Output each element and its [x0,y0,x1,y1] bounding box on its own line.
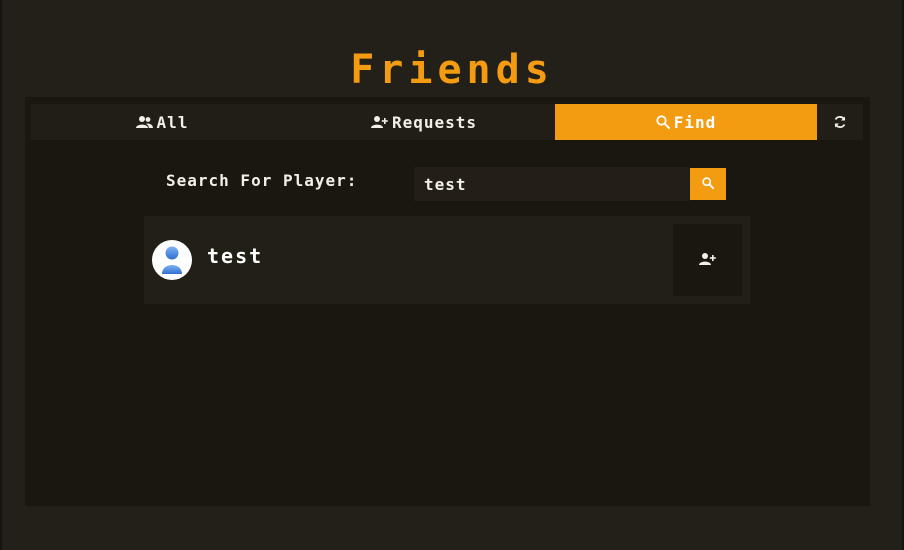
page-title: Friends [350,47,554,93]
tab-requests-label: Requests [391,112,478,132]
username: test [207,244,264,268]
tab-all-label: All [156,112,189,132]
search-icon [656,115,670,129]
tab-find-label: Find [673,112,717,132]
search-label: Search For Player: [166,171,358,190]
list-item: test [144,216,750,304]
search-button[interactable] [690,168,726,200]
tab-bar: All Requests Find [31,104,863,140]
refresh-button[interactable] [817,104,863,140]
tab-all[interactable]: All [31,104,293,140]
default-avatar-icon [152,240,192,280]
add-friend-button[interactable] [673,224,742,296]
tab-requests[interactable]: Requests [293,104,555,140]
refresh-icon [833,115,847,129]
tab-find[interactable]: Find [555,104,817,140]
user-plus-icon [699,252,716,269]
friends-panel: All Requests Find Search For Player: tes… [25,97,870,506]
search-icon [702,176,715,192]
users-icon [135,115,153,129]
user-plus-icon [370,115,388,129]
search-input[interactable] [414,167,690,201]
search-row: Search For Player: [166,167,726,203]
